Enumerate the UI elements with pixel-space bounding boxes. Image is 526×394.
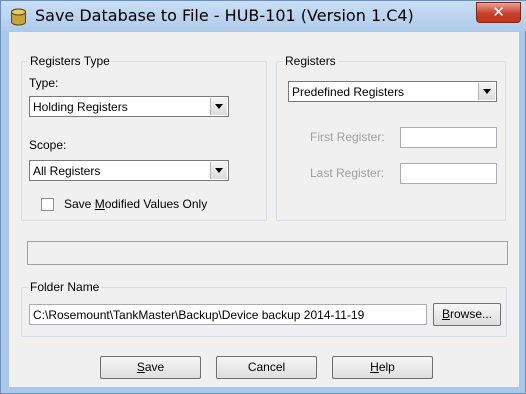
title-bar[interactable]: Save Database to File - HUB-101 (Version… <box>1 1 526 31</box>
scope-select[interactable]: All Registers <box>29 160 229 181</box>
save-accel: S <box>136 360 145 374</box>
folder-name-legend: Folder Name <box>28 280 102 294</box>
scope-label: Scope: <box>29 138 67 152</box>
save-modified-checkbox[interactable] <box>41 198 54 211</box>
window-title: Save Database to File - HUB-101 (Version… <box>35 6 414 25</box>
registers-type-legend: Registers Type <box>28 54 112 68</box>
first-register-field[interactable] <box>400 127 497 148</box>
save-modified-label[interactable]: Save Modified Values Only <box>64 197 207 211</box>
type-select[interactable]: Holding Registers <box>29 96 229 117</box>
help-accel: H <box>370 360 379 374</box>
browse-accel: B <box>441 307 450 321</box>
chevron-down-icon[interactable] <box>210 162 227 179</box>
type-select-value: Holding Registers <box>33 100 128 114</box>
browse-rest: rowse... <box>450 307 493 321</box>
chevron-down-icon[interactable] <box>478 83 495 100</box>
last-register-label: Last Register: <box>310 166 385 180</box>
registers-select[interactable]: Predefined Registers <box>288 81 497 102</box>
cancel-label: Cancel <box>247 360 286 374</box>
cancel-button[interactable]: Cancel <box>216 356 317 379</box>
chevron-down-icon[interactable] <box>210 98 227 115</box>
help-button[interactable]: Help <box>332 356 433 379</box>
save-modified-accel: M <box>94 197 105 211</box>
type-label: Type: <box>29 76 59 90</box>
save-button[interactable]: Save <box>100 356 201 379</box>
dialog-window: Save Database to File - HUB-101 (Version… <box>0 0 526 394</box>
scope-select-value: All Registers <box>33 164 101 178</box>
last-register-field[interactable] <box>400 163 497 184</box>
save-rest: ave <box>144 360 165 374</box>
help-rest: elp <box>378 360 395 374</box>
registers-legend: Registers <box>283 54 338 68</box>
dialog-body: Registers Type Type: Holding Registers S… <box>9 32 519 387</box>
registers-select-value: Predefined Registers <box>292 85 405 99</box>
folder-path-value: C:\Rosemount\TankMaster\Backup\Device ba… <box>33 308 365 322</box>
close-button[interactable]: ✕ <box>476 2 521 23</box>
save-modified-suffix: odified Values Only <box>104 197 208 211</box>
folder-path-field[interactable]: C:\Rosemount\TankMaster\Backup\Device ba… <box>29 304 427 325</box>
progress-bar <box>27 241 508 265</box>
browse-button[interactable]: Browse... <box>433 303 501 326</box>
save-modified-prefix: Save <box>64 197 95 211</box>
first-register-label: First Register: <box>310 130 385 144</box>
database-icon <box>11 8 26 26</box>
